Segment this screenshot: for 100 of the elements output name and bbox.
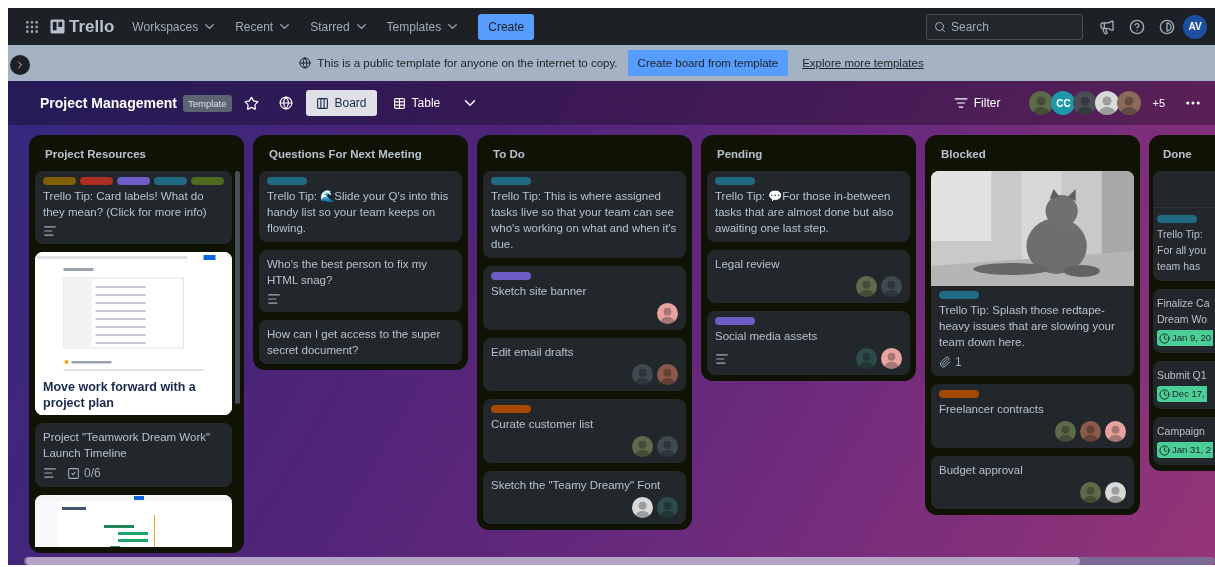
list-title[interactable]: Blocked: [931, 135, 1134, 171]
card-label[interactable]: [491, 272, 531, 280]
member-avatar[interactable]: [632, 497, 653, 518]
member-avatar[interactable]: [1105, 482, 1126, 503]
banner-message: This is a public template for anyone on the internet to copy.: [317, 57, 618, 69]
card-label[interactable]: [267, 177, 307, 185]
member-avatar[interactable]: [1073, 91, 1098, 115]
filter-icon: [953, 96, 968, 110]
card[interactable]: Sketch the "Teamy Dreamy" Font: [483, 471, 686, 524]
clock-icon: [1159, 444, 1170, 456]
card-title: Curate customer list: [491, 417, 595, 432]
search-icon: [934, 20, 946, 33]
member-avatar[interactable]: [881, 348, 902, 369]
card-title: Sketch site banner: [491, 284, 588, 299]
card-label[interactable]: [191, 177, 224, 185]
card-title: Trello Tip: This is where assigned tasks live so that your team can see who's working on what and when it's due.: [491, 189, 678, 252]
scrollbar[interactable]: [235, 171, 240, 405]
card[interactable]: How can I get access to the super secret document?: [259, 320, 462, 364]
nav-menu[interactable]: Recent: [227, 11, 301, 42]
card-label[interactable]: [1157, 215, 1197, 223]
paperclip-icon: [939, 356, 951, 368]
card-title: Social media assets: [715, 329, 819, 344]
card-label[interactable]: [939, 390, 979, 398]
list-title[interactable]: Questions For Next Meeting: [259, 135, 462, 171]
member-avatar[interactable]: [657, 303, 678, 324]
card-title: Edit email drafts: [491, 345, 575, 360]
checkbox-icon: [67, 466, 80, 480]
clock-icon: [1159, 332, 1170, 344]
card-label[interactable]: [939, 291, 979, 299]
attachment-count: 1: [939, 354, 962, 370]
due-date-badge[interactable]: Dec 17,: [1157, 386, 1207, 402]
card-label[interactable]: [715, 177, 755, 185]
card-title: Project "Teamwork Dream Work" Launch Timeline: [43, 430, 212, 461]
member-avatar[interactable]: [1105, 421, 1126, 442]
explore-templates-link[interactable]: Explore more templates: [802, 57, 924, 69]
card[interactable]: Finalize Ca Dream Wo Jan 9, 20: [1153, 289, 1215, 353]
account-avatar[interactable]: AV: [1183, 14, 1207, 39]
card-title: Freelancer contracts: [939, 402, 1045, 417]
card[interactable]: Trello Tip: Card labels! What do they mean? (Click for more info): [35, 171, 232, 244]
card-title: Trello Tip: Splash those redtape-heavy issues that are slowing your team down here.: [939, 303, 1116, 350]
card[interactable]: Trello Tip: 💬For those in-between tasks that are almost done but also awaiting one last step.: [707, 171, 910, 242]
card[interactable]: Social media assets: [707, 311, 910, 375]
clock-icon: [1159, 388, 1170, 400]
list-title[interactable]: Project Resources: [35, 135, 240, 171]
scrollbar[interactable]: [24, 557, 1215, 565]
card[interactable]: Trello Tip: Splash those redtape-heavy issues that are slowing your team down here. 1: [931, 171, 1134, 376]
due-date-badge[interactable]: Jan 31, 2: [1157, 442, 1214, 458]
card[interactable]: Budget approval: [931, 456, 1134, 509]
card[interactable]: Project "Teamwork Dream Work" Launch Timeline 0/6: [35, 423, 232, 487]
list-title[interactable]: Done: [1153, 135, 1215, 171]
create-button[interactable]: Create: [478, 13, 535, 40]
list-title[interactable]: To Do: [483, 135, 686, 171]
list-title[interactable]: Pending: [707, 135, 910, 171]
nav-menu[interactable]: Templates: [378, 11, 469, 42]
card-title: Legal review: [715, 257, 781, 272]
globe-icon: [299, 57, 312, 69]
card-label[interactable]: [491, 177, 531, 185]
card-label[interactable]: [715, 317, 755, 325]
card-label[interactable]: [80, 177, 113, 185]
card-title: Trello Tip: Card labels! What do they mean? (Click for more info): [43, 189, 208, 220]
card-label[interactable]: [117, 177, 150, 185]
card-title: Budget approval: [939, 463, 1024, 478]
card[interactable]: Freelancer contracts: [931, 384, 1134, 448]
checklist-count: 0/6: [67, 465, 101, 481]
view-tab[interactable]: Table: [382, 90, 451, 116]
board-icon: [315, 96, 329, 110]
card[interactable]: Trello Tip: For all you team has: [1153, 171, 1215, 281]
template-badge: Template: [182, 94, 232, 112]
card-title: Trello Tip: 💬For those in-between tasks that are almost done but also awaiting one last step.: [715, 189, 895, 236]
nav-menu[interactable]: Workspaces: [124, 11, 226, 42]
card-title: Submit Q1: [1157, 368, 1208, 383]
card-label[interactable]: [154, 177, 187, 185]
create-from-template-button[interactable]: Create board from template: [627, 50, 789, 76]
card[interactable]: Sketch site banner: [483, 266, 686, 330]
card[interactable]: Trello Tip: This is where assigned tasks live so that your team can see who's working on what and when it's due.: [483, 171, 686, 258]
card[interactable]: Campaign Jan 31, 2: [1153, 417, 1215, 465]
board-title[interactable]: Project Management: [40, 95, 177, 111]
card-title: Who's the best person to fix my HTML snag?: [267, 257, 429, 288]
card-label[interactable]: [43, 177, 76, 185]
card-title: How can I get access to the super secret document?: [267, 327, 442, 358]
card[interactable]: Curate customer list: [483, 399, 686, 463]
trello-logo[interactable]: Trello: [48, 16, 123, 37]
nav-menu[interactable]: Starred: [302, 11, 377, 42]
view-tab[interactable]: Board: [305, 90, 377, 116]
due-date-badge[interactable]: Jan 9, 20: [1157, 330, 1214, 346]
search-field[interactable]: Search: [926, 13, 1083, 40]
table-icon: [392, 96, 406, 110]
card-title: Campaign: [1157, 424, 1206, 439]
card-title: Trello Tip: For all you team has: [1157, 227, 1208, 274]
card[interactable]: Submit Q1 Dec 17,: [1153, 361, 1215, 409]
card-title: Trello Tip: 🌊Slide your Q's into this handy list so your team keeps on flowing.: [267, 189, 450, 236]
more-members-count[interactable]: +5: [1152, 97, 1165, 109]
card-title: Finalize Ca Dream Wo: [1157, 296, 1211, 327]
card[interactable]: Move work forward with a project plan: [35, 252, 232, 415]
filter-button[interactable]: Filter: [947, 95, 1007, 111]
card-title: Sketch the "Teamy Dreamy" Font: [491, 478, 662, 493]
member-avatar[interactable]: [1095, 91, 1120, 115]
card[interactable]: Trello Tip: 🌊Slide your Q's into this handy list so your team keeps on flowing.: [259, 171, 462, 242]
card[interactable]: Who's the best person to fix my HTML snag?: [259, 250, 462, 312]
card-label[interactable]: [491, 405, 531, 413]
